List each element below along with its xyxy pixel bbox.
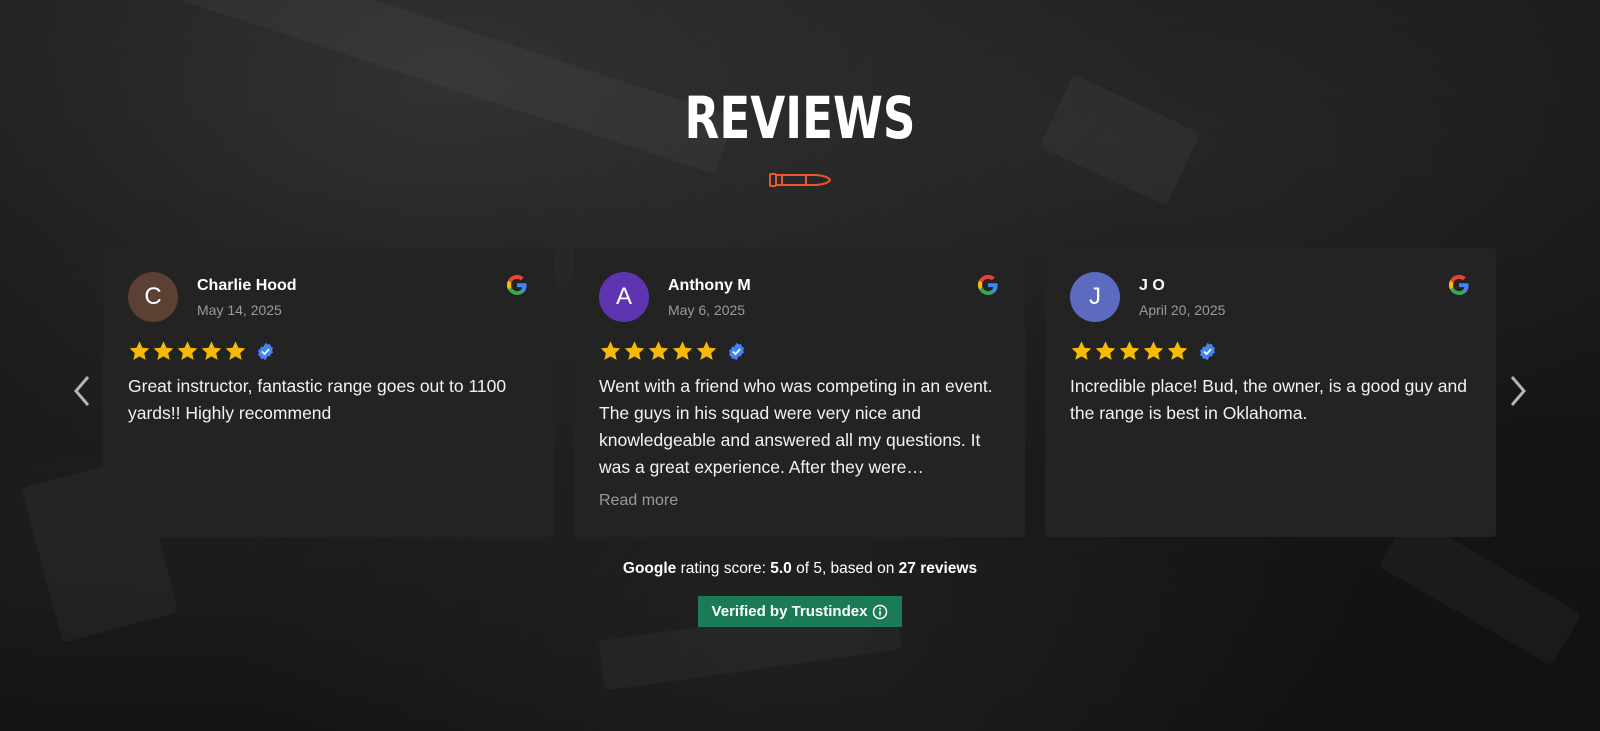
review-card: A Anthony M May 6, 2025 Went with a frie… (574, 248, 1025, 537)
next-arrow-button[interactable] (1502, 371, 1532, 411)
summary-of-text: of 5, based on (796, 560, 895, 577)
star-icon (129, 341, 150, 360)
star-icon (1119, 341, 1140, 360)
read-more-link[interactable]: Read more (599, 492, 678, 510)
star-icon (624, 341, 645, 360)
chevron-left-icon (74, 376, 90, 406)
verified-icon (728, 342, 745, 360)
star-rating (599, 340, 746, 362)
star-icon (1095, 341, 1116, 360)
review-card: J J O April 20, 2025 Incredible place! B… (1045, 248, 1496, 537)
avatar: A (599, 272, 649, 322)
summary-score: 5.0 (770, 560, 792, 577)
review-text: Incredible place! Bud, the owner, is a g… (1070, 376, 1467, 423)
star-icon (648, 341, 669, 360)
star-icon (1071, 341, 1092, 360)
summary-label: rating score: (680, 560, 766, 577)
star-icon (1167, 341, 1188, 360)
star-icon (1143, 341, 1164, 360)
chevron-right-icon (1510, 376, 1526, 406)
verified-icon (257, 342, 274, 360)
star-icon (153, 341, 174, 360)
review-text: Went with a friend who was competing in … (599, 376, 993, 477)
trustindex-badge-label: Verified by Trustindex (711, 603, 868, 620)
google-icon (506, 274, 527, 296)
review-text: Great instructor, fantastic range goes o… (128, 376, 507, 423)
reviewer-name: J O (1139, 277, 1165, 294)
info-icon (873, 604, 888, 619)
star-icon (201, 341, 222, 360)
avatar: C (128, 272, 178, 322)
bullet-icon (769, 173, 832, 187)
star-icon (696, 341, 717, 360)
verified-icon (1199, 342, 1216, 360)
review-date: May 6, 2025 (668, 302, 746, 318)
section-title: REVIEWS (684, 84, 916, 152)
review-date: May 14, 2025 (197, 302, 282, 318)
star-icon (225, 341, 246, 360)
star-rating (128, 340, 275, 362)
summary-count: 27 reviews (898, 560, 978, 577)
review-date: April 20, 2025 (1139, 302, 1226, 318)
avatar: J (1070, 272, 1120, 322)
star-icon (177, 341, 198, 360)
review-card: C Charlie Hood May 14, 2025 Great instru… (103, 248, 554, 537)
summary-brand: Google (622, 560, 677, 577)
star-icon (672, 341, 693, 360)
reviewer-name: Anthony M (668, 277, 751, 294)
google-icon (977, 274, 998, 296)
trustindex-badge[interactable]: Verified by Trustindex (698, 596, 902, 627)
star-rating (1070, 340, 1217, 362)
star-icon (600, 341, 621, 360)
reviewer-name: Charlie Hood (197, 277, 297, 294)
google-icon (1448, 274, 1469, 296)
prev-arrow-button[interactable] (68, 371, 98, 411)
rating-summary: Google rating score: 5.0 of 5, based on … (0, 560, 1600, 578)
